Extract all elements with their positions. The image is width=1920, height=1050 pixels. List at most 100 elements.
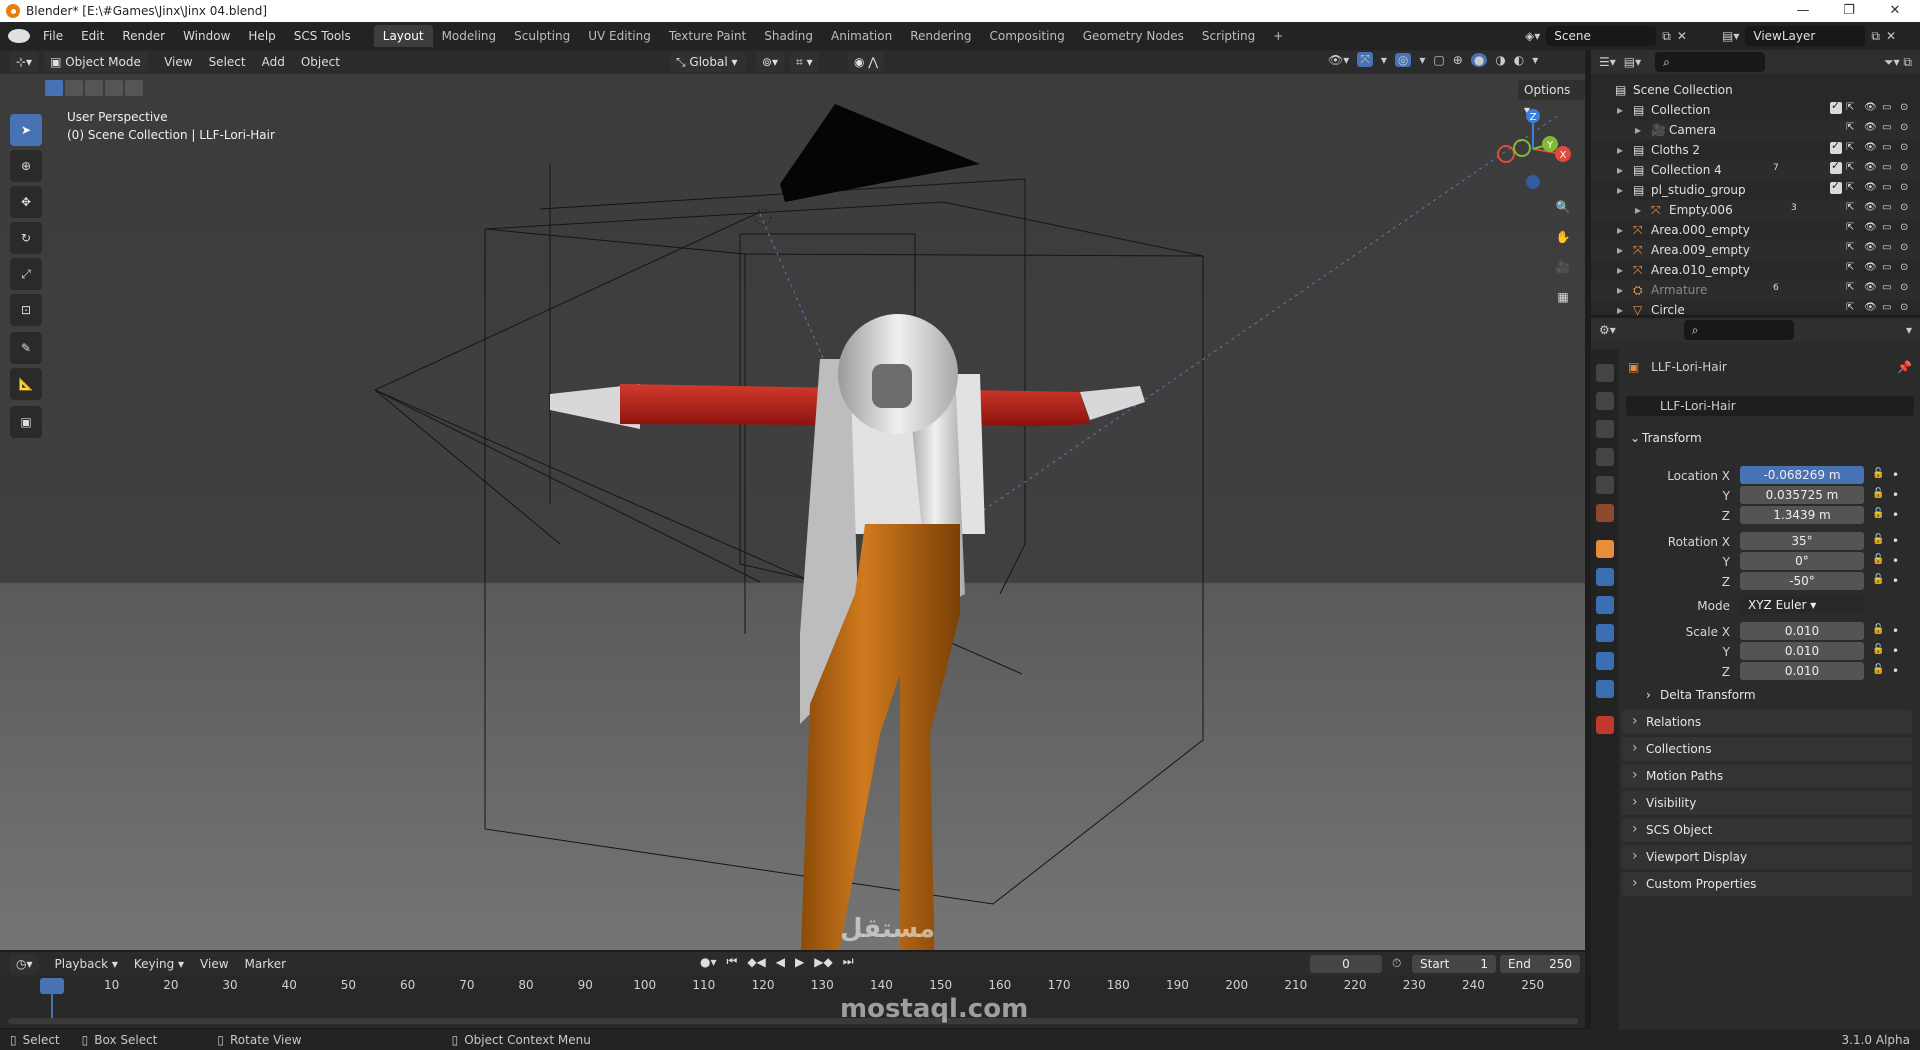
ortho-grid-icon[interactable]: ▦ xyxy=(1550,284,1576,310)
panel-motion-paths[interactable]: Motion Paths xyxy=(1622,763,1912,788)
camera-render-icon[interactable]: ⊙ xyxy=(1900,282,1914,296)
select-subtract-icon[interactable] xyxy=(85,80,103,96)
transform-tool-icon[interactable]: ⊡ xyxy=(10,294,42,326)
outliner-item[interactable]: ▸ ▤ Collection ⇱ 👁 ▭ ⊙ xyxy=(1591,99,1920,120)
keyframe-dot-icon[interactable]: • xyxy=(1892,574,1899,588)
tl-menu-keying[interactable]: Keying ▾ xyxy=(126,952,192,976)
camera-render-icon[interactable]: ⊙ xyxy=(1900,262,1914,276)
expand-arrow-icon[interactable]: ▸ xyxy=(1617,163,1623,177)
zoom-icon[interactable]: 🔍 xyxy=(1550,194,1576,220)
selectable-icon[interactable]: ⇱ xyxy=(1846,162,1860,176)
panel-viewport-display[interactable]: Viewport Display xyxy=(1622,844,1912,869)
properties-search-input[interactable]: ⌕ xyxy=(1683,320,1794,340)
tab-modeling[interactable]: Modeling xyxy=(433,25,506,47)
outliner-item[interactable]: ▸ ⤧ Area.010_empty ⇱ 👁 ▭ ⊙ xyxy=(1591,260,1920,280)
camera-render-icon[interactable]: ⊙ xyxy=(1900,122,1914,136)
vp-menu-view[interactable]: View xyxy=(156,50,200,74)
keyframe-dot-icon[interactable]: • xyxy=(1892,554,1899,568)
tab-texture-paint[interactable]: Texture Paint xyxy=(660,25,755,47)
3d-viewport[interactable]: User Perspective (0) Scene Collection | … xyxy=(0,74,1585,950)
timeline-editor-icon[interactable]: ◷▾ xyxy=(10,954,39,974)
location-x-field[interactable]: -0.068269 m xyxy=(1740,466,1864,484)
monitor-icon[interactable]: ▭ xyxy=(1882,202,1896,216)
texture-tab-icon[interactable] xyxy=(1596,716,1614,734)
play-icon[interactable]: ▶ xyxy=(795,955,804,969)
outliner-item[interactable]: ▸ ⤧ Empty.006 3 ⇱ 👁 ▭ ⊙ xyxy=(1591,200,1920,220)
rotation-z-field[interactable]: -50° xyxy=(1740,572,1864,590)
selectable-icon[interactable]: ⇱ xyxy=(1846,242,1860,256)
rendered-shading-icon[interactable]: ◐ xyxy=(1514,53,1524,67)
data-name-field[interactable]: LLF-Lori-Hair xyxy=(1626,396,1914,416)
delete-viewlayer-icon[interactable]: ✕ xyxy=(1886,29,1896,43)
outliner-item[interactable]: ▸ 🎥 Camera ⇱ 👁 ▭ ⊙ xyxy=(1591,120,1920,140)
selectable-icon[interactable]: ⇱ xyxy=(1846,102,1860,116)
solid-shading-icon[interactable]: ● xyxy=(1470,52,1488,67)
menu-render[interactable]: Render xyxy=(113,22,174,50)
tab-compositing[interactable]: Compositing xyxy=(980,25,1073,47)
blender-menu-icon[interactable] xyxy=(8,29,30,43)
tool-tab-icon[interactable] xyxy=(1596,364,1614,382)
camera-render-icon[interactable]: ⊙ xyxy=(1900,242,1914,256)
rotation-mode-field[interactable]: XYZ Euler ▾ xyxy=(1740,596,1864,614)
area-light-pyramid[interactable] xyxy=(780,104,980,202)
tab-scripting[interactable]: Scripting xyxy=(1193,25,1264,47)
light-object-icon[interactable] xyxy=(754,208,772,226)
panel-relations[interactable]: Relations xyxy=(1622,709,1912,734)
next-keyframe-icon[interactable]: ▶◆ xyxy=(814,955,832,969)
particles-tab-icon[interactable] xyxy=(1596,596,1614,614)
cursor-tool-icon[interactable]: ⊕ xyxy=(10,150,42,182)
prev-keyframe-icon[interactable]: ◆◀ xyxy=(747,955,765,969)
exclude-checkbox[interactable] xyxy=(1830,159,1842,174)
location-y-field[interactable]: 0.035725 m xyxy=(1740,486,1864,504)
expand-arrow-icon[interactable]: ▸ xyxy=(1635,203,1641,217)
lock-icon[interactable]: 🔓 xyxy=(1872,468,1884,479)
location-z-field[interactable]: 1.3439 m xyxy=(1740,506,1864,524)
eye-icon[interactable]: 👁 xyxy=(1864,222,1878,236)
vp-menu-select[interactable]: Select xyxy=(201,50,254,74)
new-scene-icon[interactable]: ⧉ xyxy=(1662,29,1671,44)
data-tab-icon[interactable] xyxy=(1596,680,1614,698)
monitor-icon[interactable]: ▭ xyxy=(1882,142,1896,156)
selectable-icon[interactable]: ⇱ xyxy=(1846,282,1860,296)
output-tab-icon[interactable] xyxy=(1596,420,1614,438)
editor-type-icon[interactable]: ⊹▾ xyxy=(10,52,39,72)
eye-icon[interactable]: 👁 xyxy=(1864,182,1878,196)
delete-scene-icon[interactable]: ✕ xyxy=(1677,29,1687,43)
minimize-icon[interactable]: — xyxy=(1780,0,1826,22)
jump-start-icon[interactable]: ⏮ xyxy=(727,954,738,969)
navigation-gizmo[interactable]: Z X Y xyxy=(1490,106,1576,192)
close-icon[interactable]: ✕ xyxy=(1872,0,1918,22)
constraints-tab-icon[interactable] xyxy=(1596,652,1614,670)
keyframe-dot-icon[interactable]: • xyxy=(1892,644,1899,658)
pan-hand-icon[interactable]: ✋ xyxy=(1550,224,1576,250)
pin-icon[interactable]: 📌 xyxy=(1897,360,1912,374)
restore-icon[interactable]: ❐ xyxy=(1826,0,1872,22)
keyframe-dot-icon[interactable]: • xyxy=(1892,624,1899,638)
outliner-item[interactable]: ▸ ▤ Collection 4 7 ⇱ 👁 ▭ ⊙ xyxy=(1591,159,1920,180)
expand-arrow-icon[interactable]: ▸ xyxy=(1617,243,1623,257)
tab-uv-editing[interactable]: UV Editing xyxy=(579,25,660,47)
keyframe-dot-icon[interactable]: • xyxy=(1892,664,1899,678)
tl-menu-playback[interactable]: Playback ▾ xyxy=(47,952,126,976)
shading-dropdown-icon[interactable]: ▾ xyxy=(1532,53,1538,67)
menu-scs-tools[interactable]: SCS Tools xyxy=(285,22,360,50)
properties-options-icon[interactable]: ▾ xyxy=(1906,323,1912,337)
orientation-dropdown[interactable]: ⤡ Global ▾ xyxy=(670,52,746,72)
rotation-y-field[interactable]: 0° xyxy=(1740,552,1864,570)
eye-icon[interactable]: 👁 xyxy=(1864,102,1878,116)
select-new-icon[interactable] xyxy=(45,80,63,96)
outliner-search-input[interactable]: ⌕ xyxy=(1655,52,1766,72)
scene-tab-icon[interactable] xyxy=(1596,476,1614,494)
select-box-tool-icon[interactable]: ➤ xyxy=(10,114,42,146)
exclude-checkbox[interactable] xyxy=(1828,282,1842,296)
eye-icon[interactable]: 👁 xyxy=(1864,302,1878,316)
display-mode-icon[interactable]: ▤▾ xyxy=(1624,55,1641,69)
exclude-checkbox[interactable] xyxy=(1828,222,1842,236)
expand-arrow-icon[interactable]: ▸ xyxy=(1635,123,1641,137)
panel-scs-object[interactable]: SCS Object xyxy=(1622,817,1912,842)
scale-tool-icon[interactable]: ⤢ xyxy=(10,258,42,290)
tab-animation[interactable]: Animation xyxy=(822,25,901,47)
outliner-item[interactable]: ▸ ⤧ Area.009_empty ⇱ 👁 ▭ ⊙ xyxy=(1591,240,1920,260)
lock-icon[interactable]: 🔓 xyxy=(1872,664,1884,675)
exclude-checkbox[interactable] xyxy=(1828,122,1842,136)
